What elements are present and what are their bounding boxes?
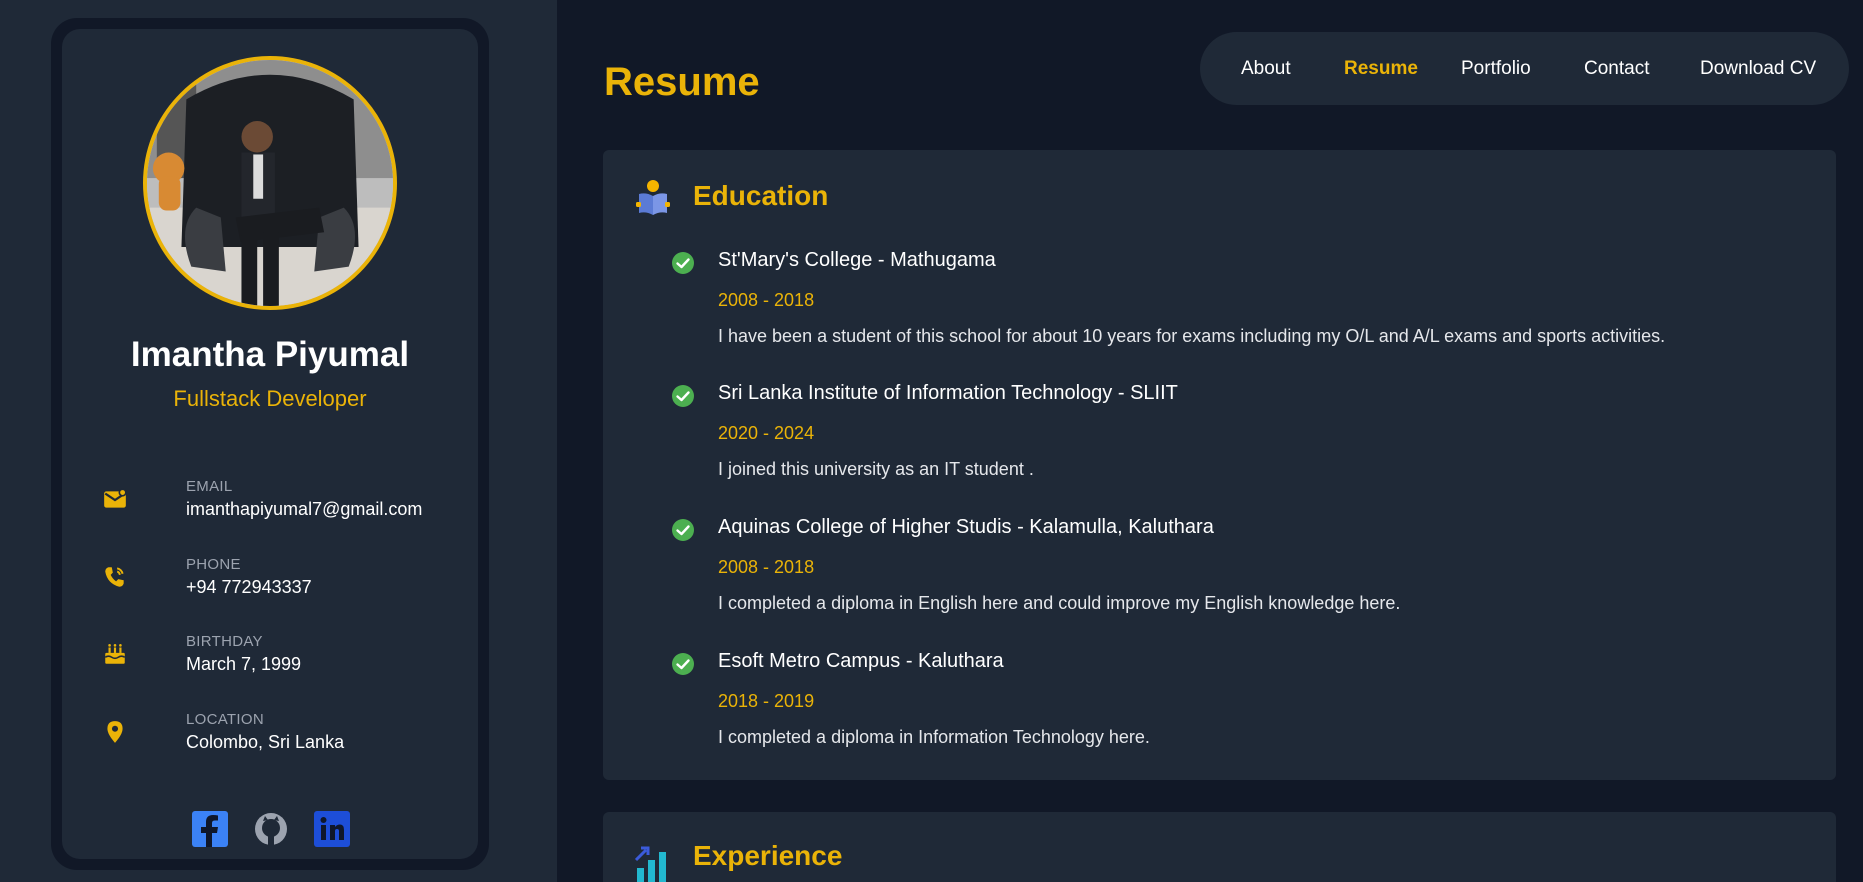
page-title: Resume <box>604 60 760 104</box>
location-value: Colombo, Sri Lanka <box>186 732 345 752</box>
nav-resume[interactable]: Resume <box>1344 58 1418 80</box>
reader-book-icon <box>633 178 673 218</box>
profile-name: Imantha Piyumal <box>130 335 410 374</box>
profile-role: Fullstack Developer <box>173 386 367 411</box>
navbar: About Resume Portfolio Contact Download … <box>1200 32 1849 105</box>
entry-years: 2018 - 2019 <box>718 691 815 711</box>
facebook-icon[interactable] <box>192 811 228 847</box>
entry-title: Aquinas College of Higher Studis - Kalam… <box>718 516 1214 538</box>
github-icon[interactable] <box>253 811 289 847</box>
page: Imantha Piyumal Fullstack Developer EMAI… <box>0 0 1863 882</box>
nav-about[interactable]: About <box>1241 58 1291 80</box>
entry-description: I joined this university as an IT studen… <box>718 459 1034 479</box>
linkedin-icon[interactable] <box>314 811 350 847</box>
phone-icon <box>102 564 128 590</box>
experience-title: Experience <box>693 840 843 871</box>
experience-section: Experience <box>603 812 1836 882</box>
phone-label: PHONE <box>186 556 241 573</box>
cake-icon <box>102 641 128 667</box>
entry-description: I completed a diploma in English here an… <box>718 593 1401 613</box>
entry-title: St'Mary's College - Mathugama <box>718 249 996 271</box>
profile-card-inner: Imantha Piyumal Fullstack Developer EMAI… <box>62 29 478 859</box>
entry-title: Sri Lanka Institute of Information Techn… <box>718 382 1178 404</box>
profile-card: Imantha Piyumal Fullstack Developer EMAI… <box>51 18 489 870</box>
phone-value[interactable]: +94 772943337 <box>186 577 312 598</box>
location-label: LOCATION <box>186 711 264 728</box>
nav-contact[interactable]: Contact <box>1584 58 1649 80</box>
sidebar: Imantha Piyumal Fullstack Developer EMAI… <box>0 0 557 882</box>
entry-years: 2020 - 2024 <box>718 423 815 443</box>
check-circle-icon <box>671 384 695 408</box>
email-label: EMAIL <box>186 478 233 495</box>
mail-icon <box>102 486 128 512</box>
avatar <box>143 56 397 310</box>
growth-chart-icon <box>633 842 673 882</box>
entry-description: I completed a diploma in Information Tec… <box>718 727 1150 747</box>
nav-portfolio[interactable]: Portfolio <box>1461 58 1531 80</box>
birthday-label: BIRTHDAY <box>186 633 263 650</box>
check-circle-icon <box>671 652 695 676</box>
entry-years: 2008 - 2018 <box>718 557 815 577</box>
education-title: Education <box>693 180 829 211</box>
entry-title: Esoft Metro Campus - Kaluthara <box>718 650 1004 672</box>
nav-download-cv[interactable]: Download CV <box>1700 58 1816 80</box>
location-pin-icon <box>102 719 128 745</box>
check-circle-icon <box>671 518 695 542</box>
entry-description: I have been a student of this school for… <box>718 326 1666 346</box>
entry-years: 2008 - 2018 <box>718 290 815 310</box>
education-section: Education St'Mary's College - Mathugama … <box>603 150 1836 780</box>
email-value[interactable]: imanthapiyumal7@gmail.com <box>186 499 422 520</box>
birthday-value: March 7, 1999 <box>186 654 302 674</box>
check-circle-icon <box>671 251 695 275</box>
